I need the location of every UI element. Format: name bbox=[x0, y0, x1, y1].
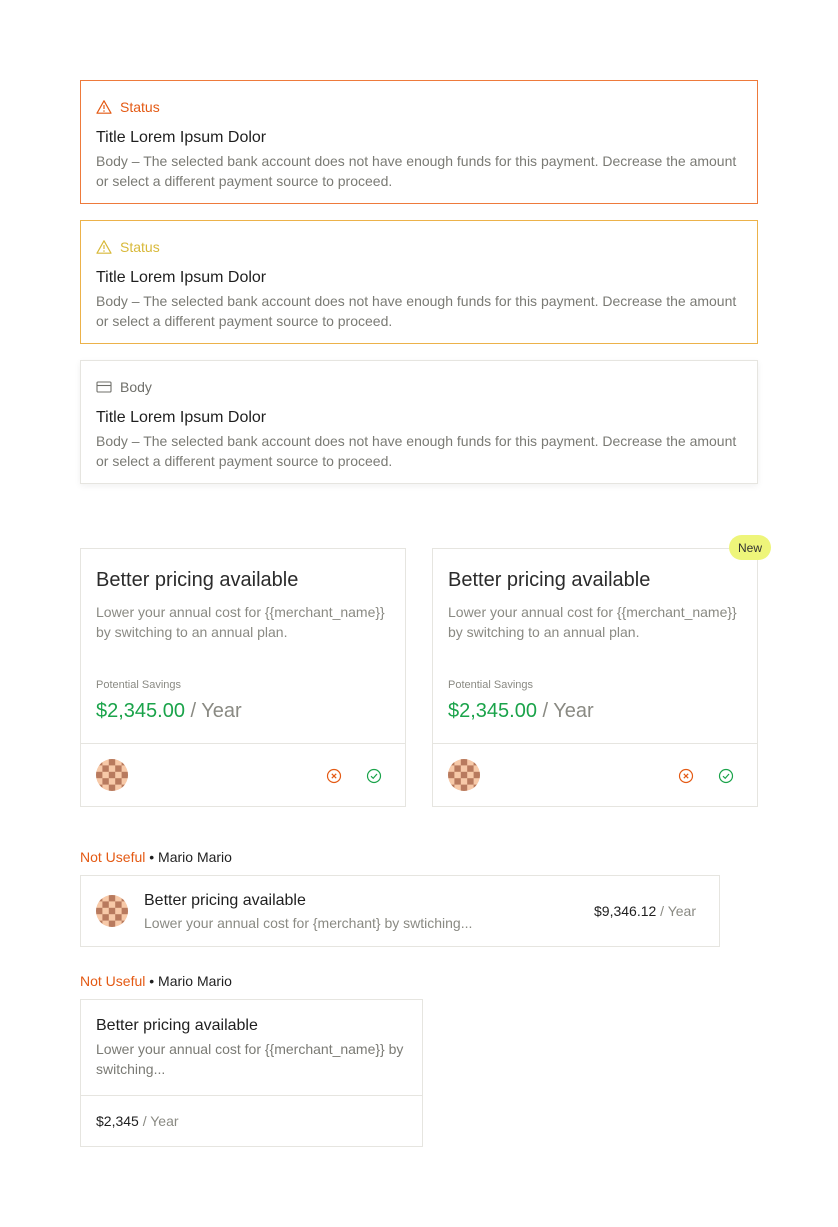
check-circle-icon[interactable] bbox=[366, 768, 382, 784]
alert-body: Body – The selected bank account does no… bbox=[96, 433, 737, 469]
meta-separator: • bbox=[145, 849, 159, 865]
feedback-status: Not Useful bbox=[80, 849, 146, 865]
mini-period: / Year bbox=[138, 1113, 179, 1129]
dismiss-circle-icon[interactable] bbox=[678, 768, 694, 784]
meta-separator: • bbox=[145, 973, 159, 989]
savings-period: / Year bbox=[184, 700, 242, 722]
alert-label: Status bbox=[120, 99, 160, 115]
pricing-card[interactable]: Better pricing available Lower your annu… bbox=[432, 548, 758, 807]
feedback-meta: Not Useful • Mario Mario bbox=[80, 849, 232, 865]
row-amount: $9,346.12 bbox=[594, 903, 657, 919]
alert-header: Status bbox=[96, 98, 742, 116]
avatar bbox=[448, 759, 480, 791]
savings-period: / Year bbox=[536, 700, 594, 722]
alert-body: Body – The selected bank account does no… bbox=[96, 293, 737, 329]
check-circle-icon[interactable] bbox=[718, 768, 734, 784]
dismiss-circle-icon[interactable] bbox=[326, 768, 342, 784]
alert-header: Body bbox=[96, 378, 742, 396]
card-footer bbox=[433, 744, 757, 807]
pricing-card[interactable]: Better pricing available Lower your annu… bbox=[80, 548, 406, 807]
status-alert-warning: Status Title Lorem Ipsum Dolor Body – Th… bbox=[80, 220, 758, 344]
alert-title: Title Lorem Ipsum Dolor bbox=[96, 269, 267, 286]
row-price: $9,346.12 / Year bbox=[594, 903, 696, 919]
feedback-status: Not Useful bbox=[80, 973, 146, 989]
alert-header: Status bbox=[96, 238, 742, 256]
avatar bbox=[96, 759, 128, 791]
mini-description: Lower your annual cost for {{merchant_na… bbox=[96, 1041, 404, 1077]
avatar bbox=[96, 895, 128, 927]
mini-amount: $2,345 bbox=[96, 1113, 139, 1129]
card-footer bbox=[81, 744, 405, 807]
alert-title: Title Lorem Ipsum Dolor bbox=[96, 409, 267, 426]
card-title: Better pricing available bbox=[448, 569, 651, 591]
info-alert: Body Title Lorem Ipsum Dolor Body – The … bbox=[80, 360, 758, 484]
row-period: / Year bbox=[656, 903, 696, 919]
mini-price: $2,345 / Year bbox=[96, 1113, 179, 1129]
alert-title: Title Lorem Ipsum Dolor bbox=[96, 129, 267, 146]
alert-body: Body – The selected bank account does no… bbox=[96, 153, 737, 189]
feedback-meta: Not Useful • Mario Mario bbox=[80, 973, 232, 989]
feedback-user: Mario Mario bbox=[158, 849, 232, 865]
savings-amount: $2,345.00 / Year bbox=[96, 700, 242, 723]
mini-title: Better pricing available bbox=[96, 1017, 258, 1034]
alert-label: Status bbox=[120, 239, 160, 255]
savings-value: $2,345.00 bbox=[96, 700, 185, 722]
feedback-row-card[interactable]: Better pricing available Lower your annu… bbox=[80, 875, 720, 947]
mini-divider bbox=[81, 1095, 422, 1096]
feedback-mini-card[interactable]: Better pricing available Lower your annu… bbox=[80, 999, 423, 1147]
new-badge: New bbox=[729, 535, 771, 560]
feedback-user: Mario Mario bbox=[158, 973, 232, 989]
row-description: Lower your annual cost for {merchant} by… bbox=[144, 915, 473, 931]
row-title: Better pricing available bbox=[144, 892, 306, 909]
warning-icon bbox=[96, 239, 112, 255]
warning-icon bbox=[96, 99, 112, 115]
card-description: Lower your annual cost for {{merchant_na… bbox=[96, 604, 385, 640]
savings-label: Potential Savings bbox=[96, 679, 181, 691]
savings-value: $2,345.00 bbox=[448, 700, 537, 722]
savings-label: Potential Savings bbox=[448, 679, 533, 691]
alert-label: Body bbox=[120, 379, 152, 395]
status-alert-error: Status Title Lorem Ipsum Dolor Body – Th… bbox=[80, 80, 758, 204]
savings-amount: $2,345.00 / Year bbox=[448, 700, 594, 723]
credit-card-icon bbox=[96, 379, 112, 395]
card-title: Better pricing available bbox=[96, 569, 299, 591]
card-description: Lower your annual cost for {{merchant_na… bbox=[448, 604, 737, 640]
